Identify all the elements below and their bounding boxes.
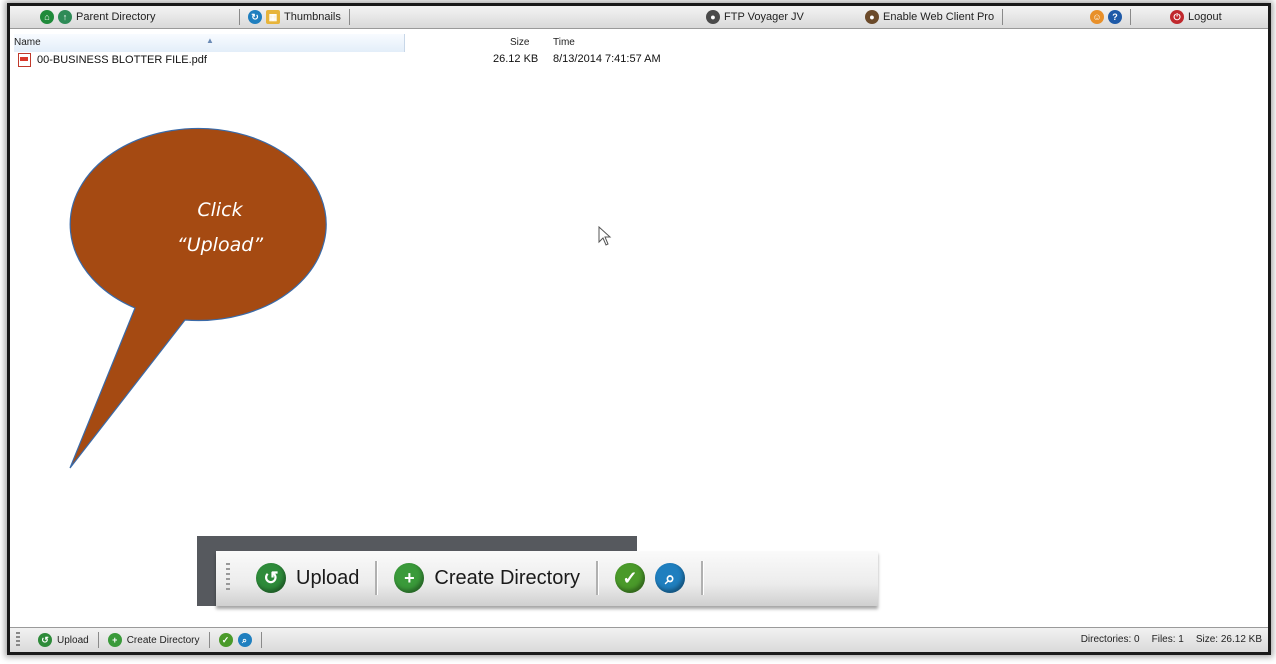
help-icon[interactable]: ? [1108,10,1122,24]
enable-web-client-button[interactable]: ● Enable Web Client Pro [865,8,1007,26]
toolbar-divider [1002,9,1004,25]
ftp-voyager-icon: ● [706,10,720,24]
callout-shape [69,127,327,469]
toolbar-divider [260,632,262,648]
mouse-cursor-icon [598,226,612,246]
web-client-icon: ● [865,10,879,24]
search-icon[interactable]: ⌕ [655,563,685,593]
upload-icon: ↺ [256,563,286,593]
create-directory-button-small[interactable]: Create Directory [127,635,200,646]
time-column-header[interactable]: Time [553,34,575,52]
toolbar-divider [375,561,379,595]
logout-label: Logout [1188,11,1222,23]
files-count: Files: 1 [1151,634,1184,645]
create-directory-icon: + [394,563,425,593]
toolbar-divider [1130,9,1131,25]
ftp-voyager-button[interactable]: ● FTP Voyager JV [706,8,804,26]
bottom-toolbar: ↺ Upload + Create Directory ✓ ⌕ Director… [10,627,1268,652]
search-icon[interactable]: ⌕ [237,633,252,647]
logout-icon: ⏻ [1170,10,1184,24]
file-size: 26.12 KB [493,53,539,65]
toolbar-grip[interactable] [16,632,20,648]
support-icon[interactable]: ☺ [1090,10,1104,24]
ftp-voyager-label: FTP Voyager JV [724,11,804,23]
upload-icon: ↺ [38,633,52,647]
toolbar-divider [208,632,210,648]
status-summary: Directories: 0 Files: 1 Size: 26.12 KB [1081,634,1262,645]
upload-button-small[interactable]: Upload [57,635,89,646]
toolbar-divider [701,561,704,595]
toolbar-grip[interactable] [226,563,230,593]
toolbar-divider [596,561,599,595]
file-time: 8/13/2014 7:41:57 AM [553,53,661,65]
total-size: Size: 26.12 KB [1195,634,1262,645]
callout-line-1: Click [197,199,243,221]
check-icon[interactable]: ✓ [615,563,645,593]
logout-button[interactable]: ⏻ Logout [1170,8,1222,26]
size-column-header[interactable]: Size [510,34,529,52]
toolbar-divider [97,632,99,648]
upload-button[interactable]: Upload [296,567,359,590]
create-directory-button[interactable]: Create Directory [434,567,580,590]
zoomed-toolbar: ↺ Upload + Create Directory ✓ ⌕ [216,551,878,606]
callout-bubble: Click “Upload” [69,127,327,469]
create-directory-icon: + [107,633,122,647]
help-buttons: ☺ ? [1090,8,1135,26]
enable-web-client-label: Enable Web Client Pro [883,11,995,23]
check-icon[interactable]: ✓ [218,633,233,647]
directories-count: Directories: 0 [1080,634,1140,645]
callout-line-2: “Upload” [177,234,263,256]
